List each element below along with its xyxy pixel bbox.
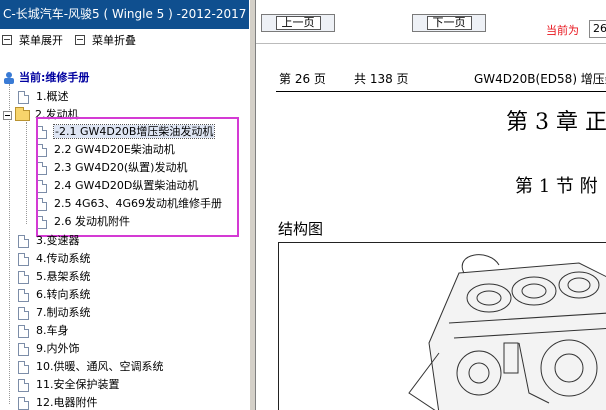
tree-item-label: 10.供暖、通风、空调系统 [36,360,164,373]
document-icon [18,234,29,248]
document-icon [18,90,29,104]
window-title: C-长城汽车-风骏5 ( Wingle 5 ) -2012-2017 ( [0,0,249,29]
tree-item-label: 6.转向系统 [36,288,91,301]
tree-root-label: 当前:维修手册 [19,71,90,84]
document-pane: 上一页 下一页 当前为 26 第 26 页 共 138 页 GW4D20B(ED… [256,0,606,410]
document-icon [18,324,29,338]
prev-page-button[interactable]: 上一页 [261,14,335,32]
tree-item-body[interactable]: 8.车身 [18,322,69,340]
menu-collapse-button[interactable]: 菜单折叠 [75,32,136,50]
page-toolbar: 上一页 下一页 当前为 26 [256,0,606,44]
tree-item-steering[interactable]: 6.转向系统 [18,286,91,304]
document-icon [18,306,29,320]
document-icon [18,396,29,410]
prev-page-label: 上一页 [275,16,321,30]
tree-connector [9,84,10,404]
engine-diagram [278,242,606,410]
folder-open-icon [15,106,30,121]
total-pages-text: 共 138 页 [354,72,409,86]
document-page: 第 26 页 共 138 页 GW4D20B(ED58) 增压柴 第 3 章 正… [256,44,606,410]
highlight-annotation-box [36,117,239,237]
section-heading: 第 1 节 附 [515,176,598,197]
tree-item-label: 7.制动系统 [36,306,91,319]
menu-expand-label: 菜单展开 [19,34,63,47]
tree-root[interactable]: 当前:维修手册 [2,69,89,87]
engine-illustration [408,254,606,410]
header-rule [276,91,606,92]
document-icon [18,270,29,284]
tree-connector [26,122,27,224]
chapter-heading: 第 3 章 正 [506,110,606,135]
tree-item-label: 9.内外饰 [36,342,80,355]
page-number-input[interactable]: 26 [589,20,606,38]
menu-expand-button[interactable]: 菜单展开 [2,32,63,50]
tree-item-brakes[interactable]: 7.制动系统 [18,304,91,322]
figure-title: 结构图 [278,220,324,238]
tree-item-electrical[interactable]: 12.电器附件 [18,394,98,410]
tree-item-drivetrain[interactable]: 4.传动系统 [18,250,91,268]
collapse-all-icon [75,35,85,45]
tree-item-label: 1.概述 [36,90,69,103]
expand-all-icon [2,35,12,45]
document-icon [18,342,29,356]
menu-collapse-label: 菜单折叠 [92,34,136,47]
current-page-label: 当前为 [546,24,579,37]
tree-item-label: 8.车身 [36,324,69,337]
manual-book-icon [4,72,14,84]
tree-item-suspension[interactable]: 5.悬架系统 [18,268,91,286]
navigation-pane: C-长城汽车-风骏5 ( Wingle 5 ) -2012-2017 ( 菜单展… [0,0,249,410]
tree-item-label: 4.传动系统 [36,252,91,265]
tree-item-safety[interactable]: 11.安全保护装置 [18,376,120,394]
tree-item-label: 11.安全保护装置 [36,378,120,391]
pane-splitter[interactable] [249,0,256,410]
tree-item-label: 3.变速器 [36,234,80,247]
collapse-toggle-icon[interactable] [3,110,12,120]
tree-item-label: 5.悬架系统 [36,270,91,283]
engine-model-header: GW4D20B(ED58) 增压柴 [474,72,606,86]
document-icon [18,360,29,374]
document-icon [18,252,29,266]
tree-item-label: 12.电器附件 [36,396,98,409]
next-page-label: 下一页 [426,16,472,30]
page-number-text: 第 26 页 [279,72,326,86]
tree-item-trim[interactable]: 9.内外饰 [18,340,80,358]
tree-item-transmission[interactable]: 3.变速器 [18,232,80,250]
document-icon [18,288,29,302]
tree-item-overview[interactable]: 1.概述 [18,88,69,106]
next-page-button[interactable]: 下一页 [412,14,486,32]
menu-bar: 菜单展开 菜单折叠 [0,32,249,50]
document-icon [18,378,29,392]
tree-item-hvac[interactable]: 10.供暖、通风、空调系统 [18,358,164,376]
